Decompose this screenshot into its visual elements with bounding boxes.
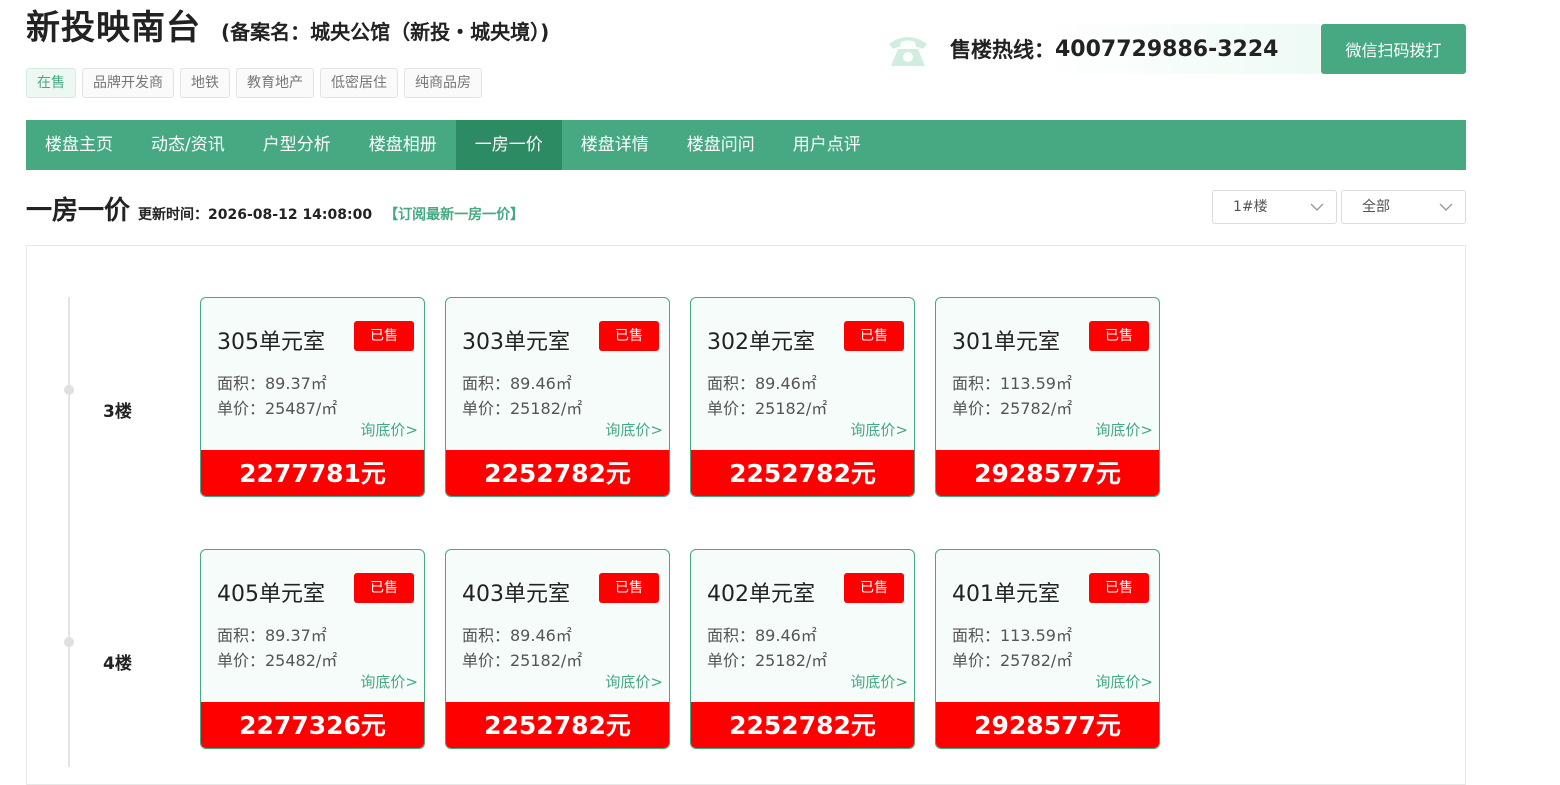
unit-area: 面积：89.46㎡ — [707, 374, 817, 393]
unit-card[interactable]: 405单元室 已售 面积：89.37㎡ 单价：25482/㎡ 询底价> 2277… — [200, 549, 425, 749]
unit-price: 单价：25482/㎡ — [217, 651, 338, 670]
project-title: 新投映南台 — [26, 8, 201, 48]
unit-card[interactable]: 403单元室 已售 面积：89.46㎡ 单价：25182/㎡ 询底价> 2252… — [445, 549, 670, 749]
nav-home[interactable]: 楼盘主页 — [26, 120, 132, 170]
unit-total-price: 2277781元 — [201, 450, 424, 496]
unit-total-price: 2252782元 — [691, 702, 914, 748]
wechat-call-button[interactable]: 微信扫码拨打 — [1321, 24, 1466, 74]
nav-details[interactable]: 楼盘详情 — [562, 120, 668, 170]
unit-area: 面积：113.59㎡ — [952, 626, 1072, 645]
hotline-bar: 售楼热线： 4007729886-3224 — [884, 24, 1320, 74]
hotline-label: 售楼热线： — [950, 38, 1055, 62]
subscribe-link[interactable]: 【订阅最新一房一价】 — [384, 204, 524, 224]
unit-price: 单价：25487/㎡ — [217, 399, 338, 418]
nav-price-list[interactable]: 一房一价 — [455, 120, 562, 170]
unit-area: 面积：113.59㎡ — [952, 374, 1072, 393]
tag-pure-commercial: 纯商品房 — [404, 68, 482, 98]
inquire-price-link[interactable]: 询底价> — [360, 419, 418, 440]
inquire-price-link[interactable]: 询底价> — [1095, 671, 1153, 692]
title-row: 新投映南台 (备案名：城央公馆（新投・城央境）) — [26, 0, 549, 48]
hotline-number: 4007729886-3224 — [1055, 36, 1279, 62]
nav-floorplans[interactable]: 户型分析 — [244, 120, 350, 170]
unit-room: 403单元室 — [462, 582, 570, 607]
status-select-value: 全部 — [1362, 199, 1390, 215]
unit-room: 303单元室 — [462, 330, 570, 355]
unit-card[interactable]: 401单元室 已售 面积：113.59㎡ 单价：25782/㎡ 询底价> 292… — [935, 549, 1160, 749]
nav-questions[interactable]: 楼盘问问 — [668, 120, 774, 170]
inquire-price-link[interactable]: 询底价> — [605, 419, 663, 440]
nav-album[interactable]: 楼盘相册 — [350, 120, 456, 170]
unit-card[interactable]: 303单元室 已售 面积：89.46㎡ 单价：25182/㎡ 询底价> 2252… — [445, 297, 670, 497]
sold-badge: 已售 — [1089, 573, 1149, 603]
tag-on-sale: 在售 — [26, 68, 76, 98]
unit-area: 面积：89.37㎡ — [217, 626, 327, 645]
unit-room: 301单元室 — [952, 330, 1060, 355]
building-select-value: 1#楼 — [1233, 199, 1268, 215]
main-nav: 楼盘主页 动态/资讯 户型分析 楼盘相册 一房一价 楼盘详情 楼盘问问 用户点评 — [26, 120, 1466, 170]
unit-price: 单价：25182/㎡ — [707, 399, 828, 418]
unit-total-price: 2277326元 — [201, 702, 424, 748]
unit-card[interactable]: 301单元室 已售 面积：113.59㎡ 单价：25782/㎡ 询底价> 292… — [935, 297, 1160, 497]
unit-card[interactable]: 302单元室 已售 面积：89.46㎡ 单价：25182/㎡ 询底价> 2252… — [690, 297, 915, 497]
unit-total-price: 2252782元 — [691, 450, 914, 496]
unit-room: 402单元室 — [707, 582, 815, 607]
inquire-price-link[interactable]: 询底价> — [850, 419, 908, 440]
unit-total-price: 2252782元 — [446, 702, 669, 748]
sold-badge: 已售 — [1089, 321, 1149, 351]
unit-price: 单价：25182/㎡ — [462, 399, 583, 418]
tag-education: 教育地产 — [236, 68, 314, 98]
section-title: 一房一价 — [26, 196, 131, 226]
sold-badge: 已售 — [844, 573, 904, 603]
sold-badge: 已售 — [844, 321, 904, 351]
timeline-dot — [64, 637, 74, 647]
section-header: 一房一价 更新时间： 2026-08-12 14:08:00 【订阅最新一房一价… — [26, 190, 524, 230]
unit-total-price: 2928577元 — [936, 702, 1159, 748]
tag-subway: 地铁 — [180, 68, 230, 98]
unit-price: 单价：25182/㎡ — [462, 651, 583, 670]
sold-badge: 已售 — [354, 321, 414, 351]
floor-timeline — [68, 297, 70, 767]
status-select[interactable]: 全部 — [1341, 190, 1466, 224]
inquire-price-link[interactable]: 询底价> — [360, 671, 418, 692]
inquire-price-link[interactable]: 询底价> — [850, 671, 908, 692]
unit-area: 面积：89.46㎡ — [462, 374, 572, 393]
tag-list: 在售 品牌开发商 地铁 教育地产 低密居住 纯商品房 — [26, 68, 482, 98]
unit-area: 面积：89.46㎡ — [707, 626, 817, 645]
unit-price: 单价：25782/㎡ — [952, 399, 1073, 418]
unit-card[interactable]: 402单元室 已售 面积：89.46㎡ 单价：25182/㎡ 询底价> 2252… — [690, 549, 915, 749]
timeline-dot — [64, 385, 74, 395]
chevron-down-icon — [1439, 191, 1453, 223]
sold-badge: 已售 — [599, 321, 659, 351]
unit-price: 单价：25782/㎡ — [952, 651, 1073, 670]
chevron-down-icon — [1310, 191, 1324, 223]
unit-room: 305单元室 — [217, 330, 325, 355]
unit-room: 405单元室 — [217, 582, 325, 607]
update-time: 2026-08-12 14:08:00 — [208, 207, 373, 223]
floor-label: 3楼 — [103, 402, 132, 422]
tag-brand-developer: 品牌开发商 — [82, 68, 174, 98]
unit-total-price: 2252782元 — [446, 450, 669, 496]
unit-room: 302单元室 — [707, 330, 815, 355]
sold-badge: 已售 — [354, 573, 414, 603]
unit-price: 单价：25182/㎡ — [707, 651, 828, 670]
unit-area: 面积：89.37㎡ — [217, 374, 327, 393]
building-select[interactable]: 1#楼 — [1212, 190, 1337, 224]
floor-label: 4楼 — [103, 654, 132, 674]
inquire-price-link[interactable]: 询底价> — [605, 671, 663, 692]
record-name: (备案名：城央公馆（新投・城央境）) — [221, 20, 550, 44]
inquire-price-link[interactable]: 询底价> — [1095, 419, 1153, 440]
update-label: 更新时间： — [138, 207, 209, 223]
tag-low-density: 低密居住 — [320, 68, 398, 98]
sold-badge: 已售 — [599, 573, 659, 603]
unit-area: 面积：89.46㎡ — [462, 626, 572, 645]
nav-news[interactable]: 动态/资讯 — [132, 120, 244, 170]
unit-total-price: 2928577元 — [936, 450, 1159, 496]
unit-card[interactable]: 305单元室 已售 面积：89.37㎡ 单价：25487/㎡ 询底价> 2277… — [200, 297, 425, 497]
phone-icon — [884, 29, 932, 69]
unit-room: 401单元室 — [952, 582, 1060, 607]
nav-reviews[interactable]: 用户点评 — [774, 120, 880, 170]
